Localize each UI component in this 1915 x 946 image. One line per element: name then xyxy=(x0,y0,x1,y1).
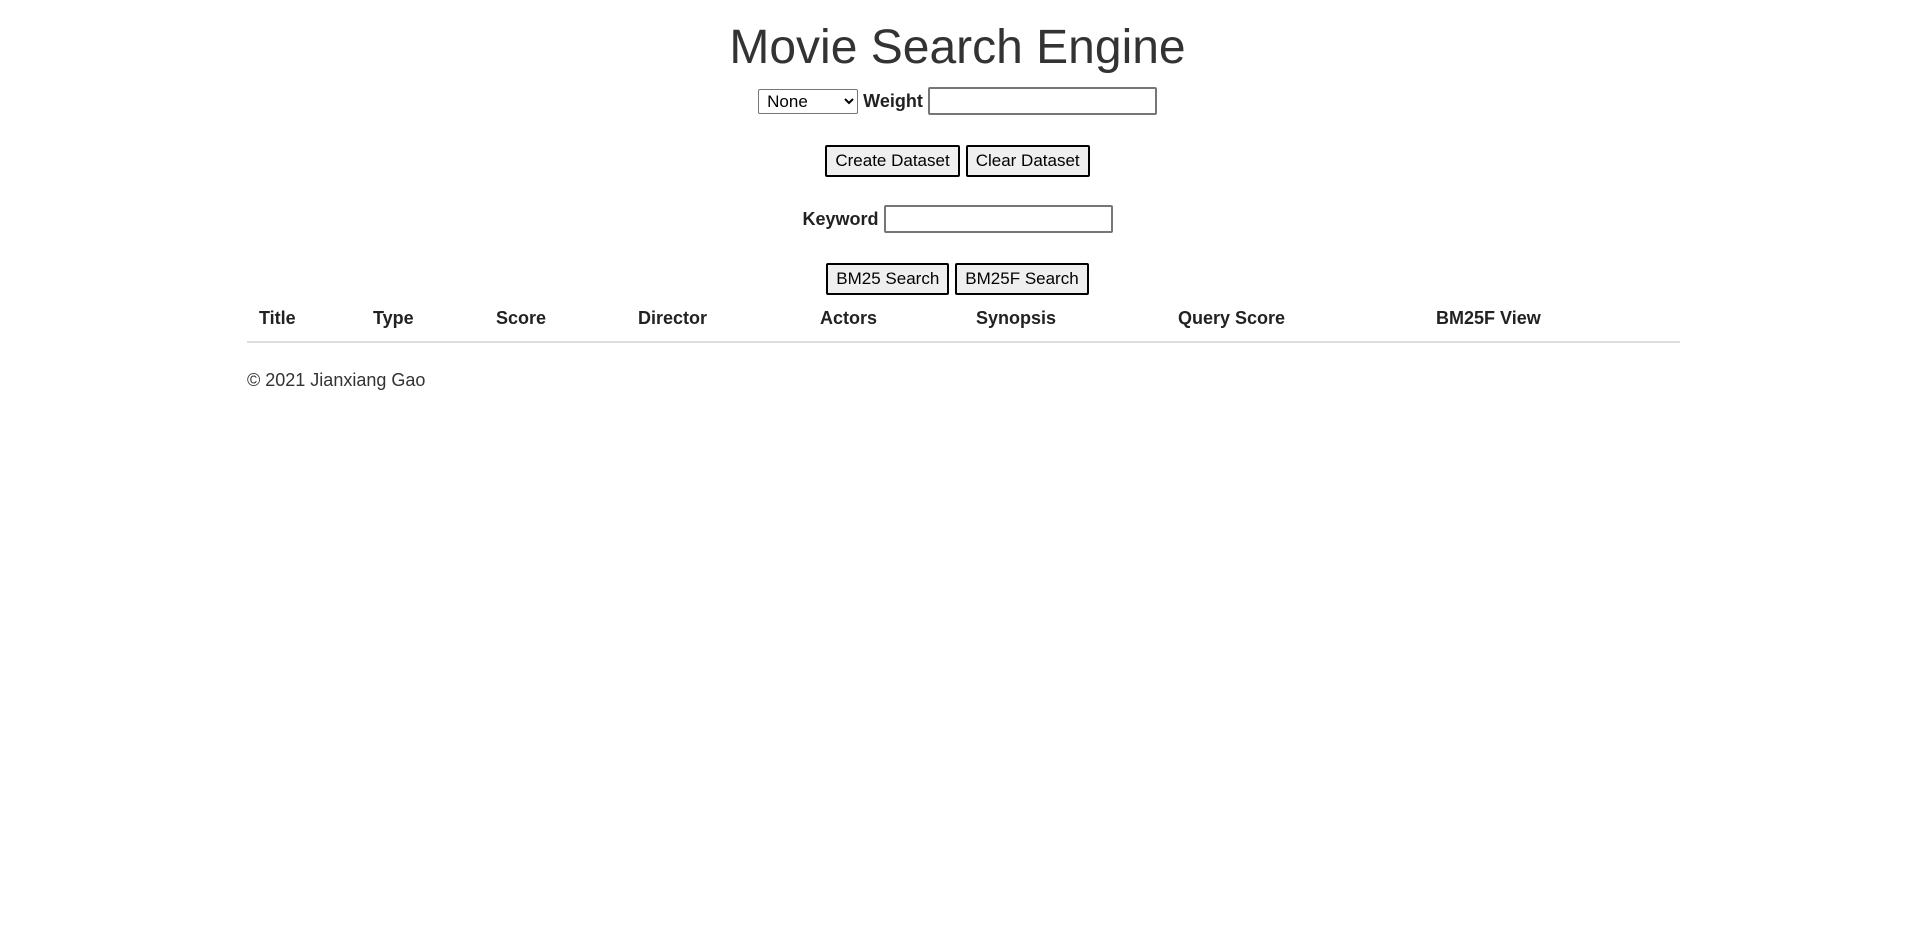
weight-input[interactable] xyxy=(927,87,1157,115)
bm25f-search-button[interactable]: BM25F Search xyxy=(955,263,1089,295)
bm25-search-button[interactable]: BM25 Search xyxy=(826,263,950,295)
column-header-actors: Actors xyxy=(808,300,964,343)
column-header-type: Type xyxy=(361,300,484,343)
column-header-synopsis: Synopsis xyxy=(964,300,1166,343)
field-select[interactable]: None xyxy=(758,88,859,114)
page: Movie Search Engine None Weight Create D… xyxy=(0,0,1915,946)
weight-row: None Weight xyxy=(0,84,1915,118)
search-row: BM25 Search BM25F Search xyxy=(0,263,1915,295)
results-header-row: Title Type Score Director Actors Synopsi… xyxy=(247,300,1680,343)
dataset-row: Create Dataset Clear Dataset xyxy=(0,145,1915,177)
keyword-row: Keyword xyxy=(0,202,1915,236)
column-header-bm25f-view: BM25F View xyxy=(1424,300,1680,343)
results-table-header: Title Type Score Director Actors Synopsi… xyxy=(247,300,1680,343)
column-header-director: Director xyxy=(626,300,808,343)
column-header-title: Title xyxy=(247,300,361,343)
create-dataset-button[interactable]: Create Dataset xyxy=(825,145,960,177)
clear-dataset-button[interactable]: Clear Dataset xyxy=(965,145,1090,177)
keyword-input[interactable] xyxy=(883,205,1113,233)
column-header-score: Score xyxy=(484,300,626,343)
keyword-label: Keyword xyxy=(802,208,879,229)
weight-label: Weight xyxy=(863,90,923,111)
page-title: Movie Search Engine xyxy=(729,21,1186,74)
footer-copyright: © 2021 Jianxiang Gao xyxy=(247,370,426,390)
results-table: Title Type Score Director Actors Synopsi… xyxy=(247,300,1680,343)
column-header-query-score: Query Score xyxy=(1166,300,1424,343)
